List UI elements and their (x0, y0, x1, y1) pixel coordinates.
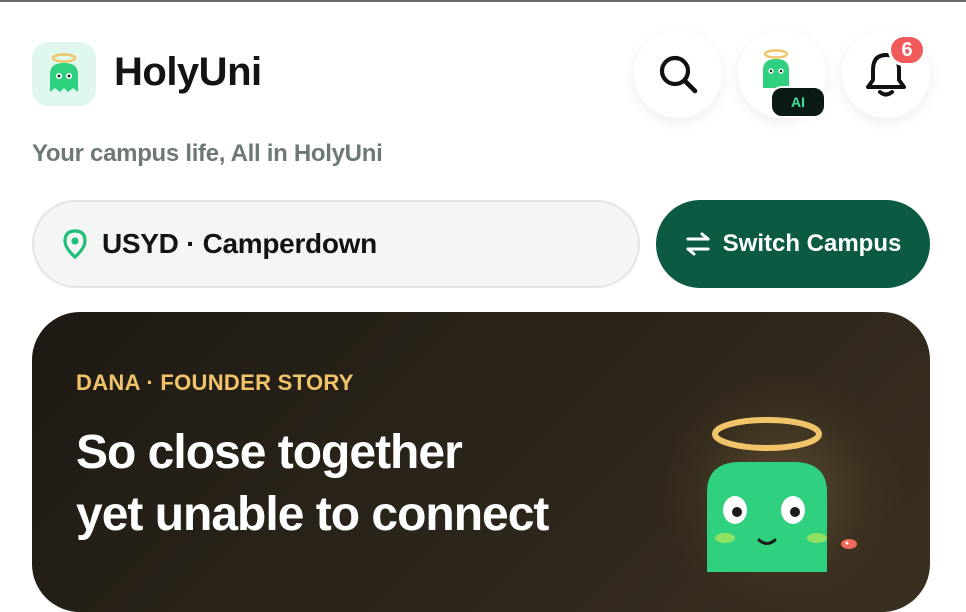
tagline: Your campus life, All in HolyUni (32, 140, 383, 167)
ghost-mascot-illustration (707, 417, 857, 572)
switch-campus-label: Switch Campus (722, 230, 902, 257)
ghost-mascot-icon (763, 49, 789, 88)
app-logo (32, 42, 96, 106)
banner-kicker: DANA · FOUNDER STORY (76, 370, 354, 395)
founder-story-banner[interactable]: DANA · FOUNDER STORY So close together y… (32, 312, 930, 612)
ai-label-badge[interactable]: AI (770, 86, 826, 118)
banner-title-line-1: So close together (76, 426, 463, 479)
top-divider (0, 0, 966, 2)
search-icon (659, 55, 698, 94)
notification-count-badge: 6 (888, 34, 926, 66)
current-campus-field[interactable]: USYD · Camperdown (32, 200, 640, 288)
app-name: HolyUni (114, 50, 262, 94)
swap-arrows-icon (686, 232, 710, 256)
search-button[interactable] (634, 30, 722, 118)
banner-title: So close together yet unable to connect (76, 422, 636, 546)
location-pin-icon (63, 229, 87, 259)
ghost-mascot-icon (50, 53, 78, 92)
switch-campus-button[interactable]: Switch Campus (656, 200, 930, 288)
campus-name: USYD · Camperdown (102, 228, 377, 259)
banner-title-line-2: yet unable to connect (76, 488, 549, 541)
